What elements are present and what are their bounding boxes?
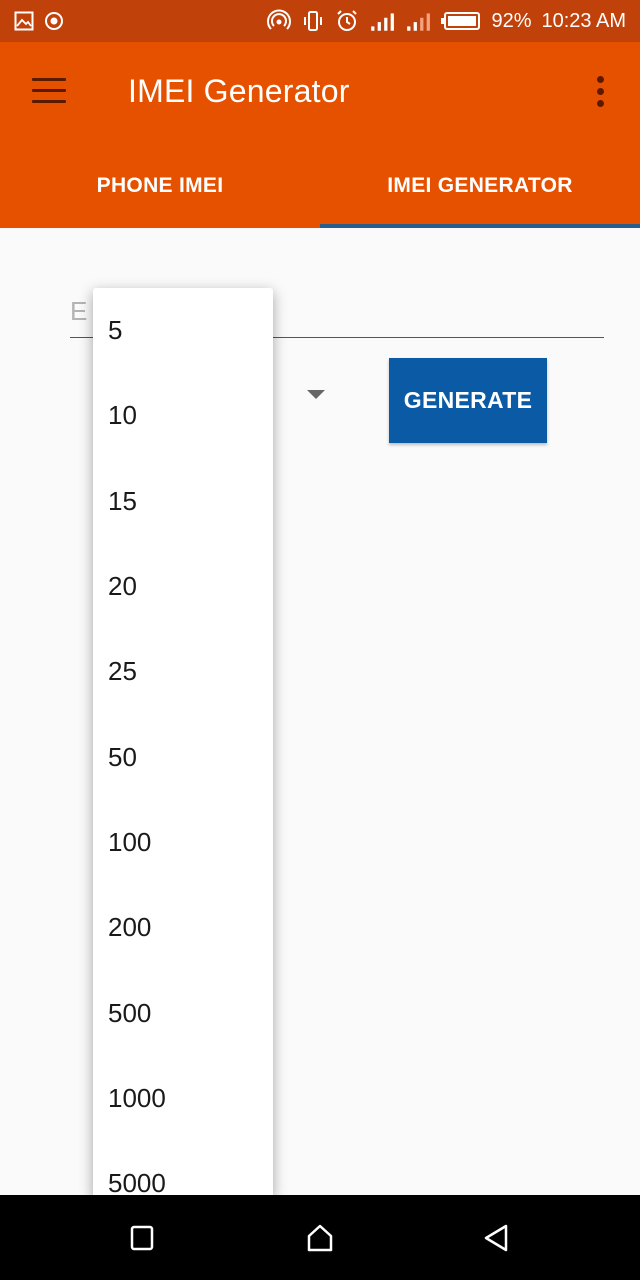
signal-icon: [407, 13, 431, 31]
tab-bar: PHONE IMEI IMEI GENERATOR: [0, 144, 640, 228]
navigation-bar: [0, 1195, 640, 1280]
status-bar-right: 92% 10:23 AM: [267, 0, 626, 42]
dropdown-option-25[interactable]: 25: [93, 629, 273, 714]
more-vertical-icon[interactable]: [590, 76, 610, 110]
battery-icon: [441, 12, 481, 30]
hotspot-icon: [267, 9, 292, 30]
quantity-dropdown-menu: 5 10 15 20 25 50 100 200 500 1000 5000: [93, 288, 273, 1198]
dropdown-option-200[interactable]: 200: [93, 885, 273, 970]
tab-imei-generator[interactable]: IMEI GENERATOR: [320, 144, 640, 228]
alarm-icon: [337, 10, 358, 31]
tab-phone-imei[interactable]: PHONE IMEI: [0, 144, 320, 228]
vibrate-icon: [304, 11, 323, 31]
dropdown-option-20[interactable]: 20: [93, 544, 273, 629]
dropdown-arrow-icon[interactable]: [307, 390, 325, 399]
dropdown-option-5[interactable]: 5: [93, 288, 273, 373]
status-time: 10:23 AM: [541, 9, 626, 32]
imei-input-hint: E: [70, 296, 88, 326]
signal-icon: [371, 13, 395, 31]
dropdown-option-50[interactable]: 50: [93, 714, 273, 799]
battery-percent: 92%: [491, 9, 532, 32]
dropdown-option-100[interactable]: 100: [93, 800, 273, 885]
back-icon[interactable]: [478, 1220, 514, 1256]
hamburger-icon[interactable]: [32, 78, 66, 104]
gallery-icon: [14, 11, 34, 31]
dropdown-option-5000[interactable]: 5000: [93, 1141, 273, 1198]
dropdown-option-15[interactable]: 15: [93, 459, 273, 544]
dropdown-option-10[interactable]: 10: [93, 373, 273, 458]
record-icon: [45, 12, 63, 30]
generate-button[interactable]: GENERATE: [389, 358, 547, 443]
status-bar-left: [14, 11, 64, 31]
recent-apps-icon[interactable]: [124, 1220, 160, 1256]
screen: 92% 10:23 AM IMEI Generator PHONE IMEI I…: [0, 0, 640, 1280]
status-bar: 92% 10:23 AM: [0, 0, 640, 42]
home-icon[interactable]: [302, 1220, 338, 1256]
app-title: IMEI Generator: [128, 73, 350, 109]
app-bar: IMEI Generator: [0, 42, 640, 144]
dropdown-option-1000[interactable]: 1000: [93, 1056, 273, 1141]
dropdown-option-500[interactable]: 500: [93, 970, 273, 1055]
